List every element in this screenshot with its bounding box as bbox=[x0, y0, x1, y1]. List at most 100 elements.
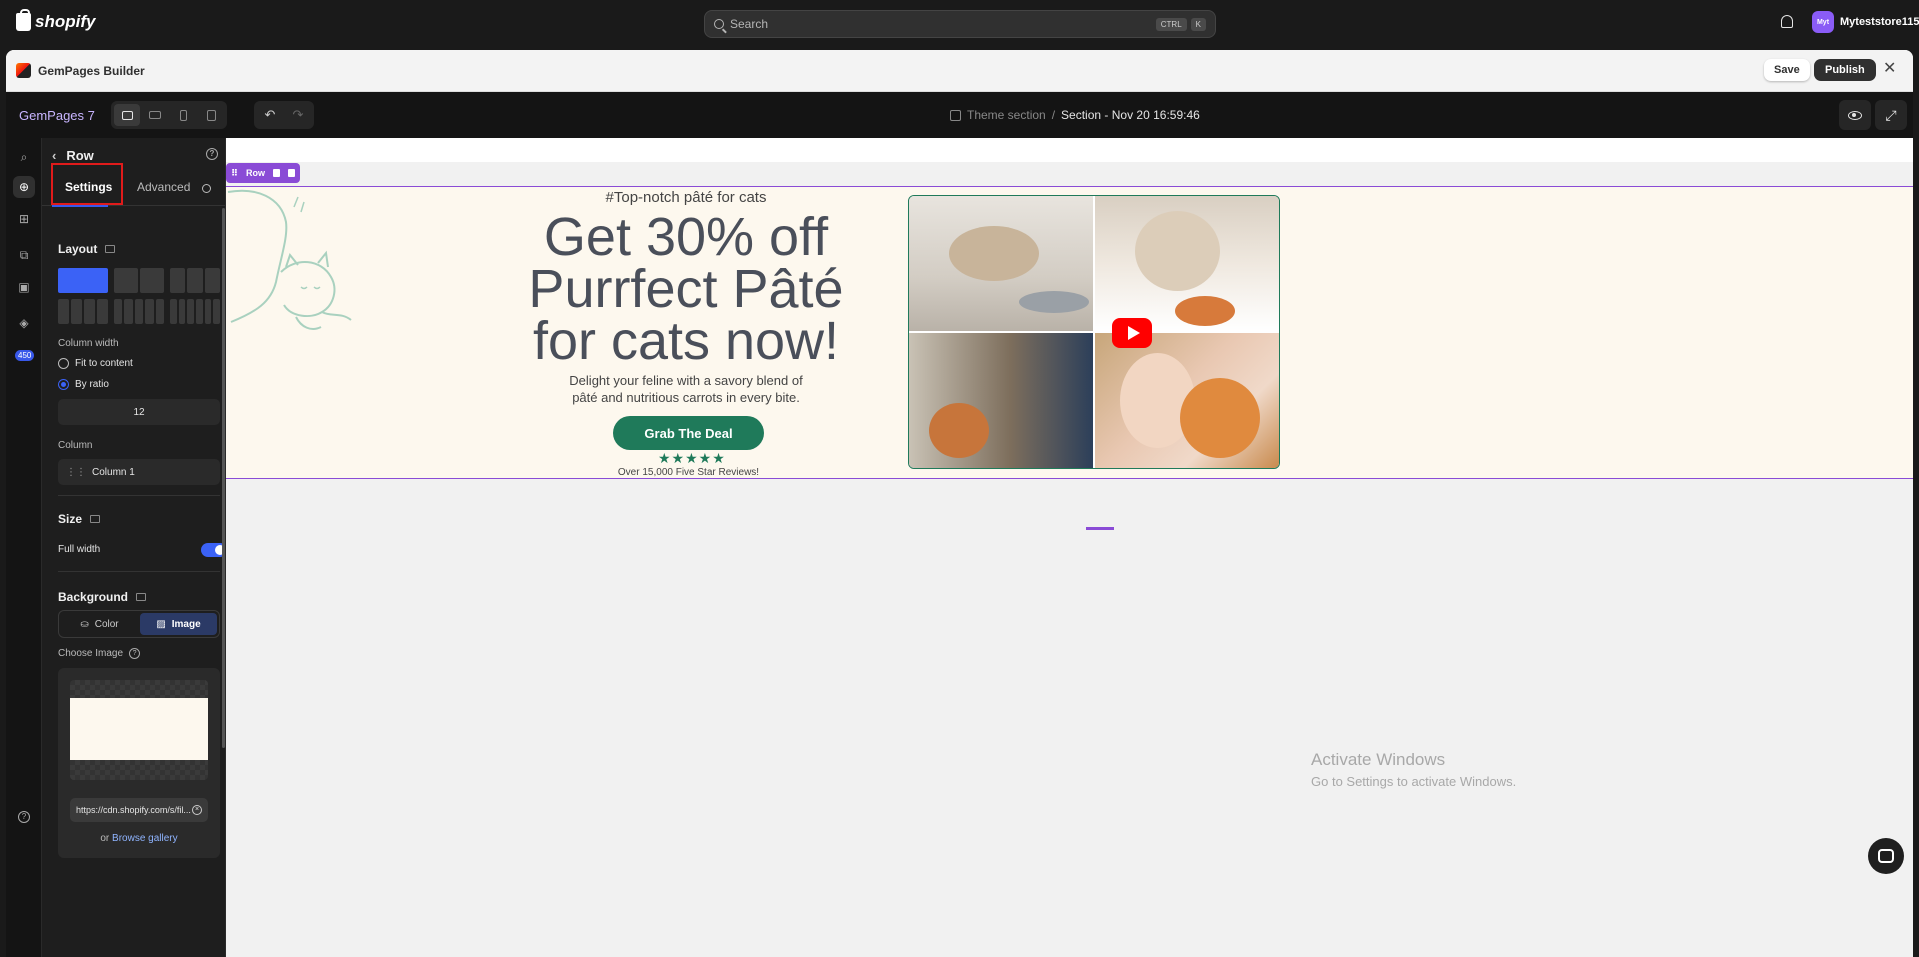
layout-section-title: Layout bbox=[58, 242, 116, 256]
layout-2-col[interactable] bbox=[114, 268, 164, 293]
duplicate-icon[interactable] bbox=[273, 169, 281, 177]
preview-button[interactable] bbox=[1839, 100, 1871, 130]
rail-pages-icon[interactable]: ⧉ bbox=[13, 244, 35, 266]
row-tag-label[interactable]: Row bbox=[246, 168, 265, 178]
bowl-shape bbox=[1019, 291, 1089, 313]
search-shortcut: CTRL K bbox=[1155, 17, 1206, 31]
rail-apps-icon[interactable]: ⊞ bbox=[13, 208, 35, 230]
laptop-view-button[interactable] bbox=[142, 104, 168, 126]
hero-heading[interactable]: Get 30% off Purrfect Pâté for cats now! bbox=[526, 210, 846, 368]
mobile-view-button[interactable] bbox=[170, 104, 196, 126]
desktop-icon bbox=[121, 110, 133, 120]
layout-5-col[interactable] bbox=[114, 299, 165, 324]
watermark-line2: Go to Settings to activate Windows. bbox=[1311, 774, 1517, 789]
hero-subtext[interactable]: Delight your feline with a savory blend … bbox=[556, 372, 816, 406]
fit-to-content-radio[interactable]: Fit to content bbox=[58, 358, 133, 369]
redo-button[interactable]: ↷ bbox=[285, 104, 311, 126]
rail-search-icon[interactable]: ⌕ bbox=[13, 146, 35, 168]
app-title: GemPages Builder bbox=[38, 64, 145, 78]
watermark-line1: Activate Windows bbox=[1311, 750, 1446, 769]
browse-gallery-row: or Browse gallery bbox=[58, 833, 220, 844]
grab-the-deal-button[interactable]: Grab The Deal bbox=[613, 416, 764, 450]
save-button[interactable]: Save bbox=[1764, 59, 1810, 81]
chat-support-button[interactable] bbox=[1868, 838, 1904, 874]
browse-gallery-link[interactable]: Browse gallery bbox=[112, 833, 178, 844]
info-icon[interactable]: ? bbox=[129, 648, 141, 659]
ratio-field[interactable]: 12 bbox=[58, 399, 220, 425]
undo-button[interactable]: ↶ bbox=[257, 104, 283, 126]
fit-to-content-label: Fit to content bbox=[75, 358, 133, 369]
bg-color-option[interactable]: ⛀ Color bbox=[61, 613, 138, 635]
panel-scrollbar[interactable] bbox=[222, 208, 225, 748]
desktop-view-button[interactable] bbox=[114, 104, 140, 126]
size-title-text: Size bbox=[58, 512, 83, 526]
rating-stars: ★★★★★ bbox=[658, 450, 726, 466]
cat-eating-photo bbox=[909, 196, 1093, 331]
breadcrumb-root[interactable]: Theme section bbox=[967, 108, 1046, 122]
layout-6-col[interactable] bbox=[170, 299, 221, 324]
tab-advanced[interactable]: Advanced bbox=[137, 180, 190, 194]
bell-icon[interactable] bbox=[1781, 15, 1793, 28]
background-type-toggle: ⛀ Color ▨ Image bbox=[58, 610, 220, 638]
highlight-box bbox=[51, 163, 123, 205]
shopify-logo[interactable]: shopify bbox=[16, 9, 95, 32]
image-preview[interactable] bbox=[70, 680, 208, 780]
rail-add-element-icon[interactable]: ⊕ bbox=[13, 176, 35, 198]
layout-presets bbox=[58, 268, 221, 324]
size-section-title: Size bbox=[58, 512, 101, 526]
shopify-topbar: shopify Search CTRL K Myt Myteststore115 bbox=[0, 0, 1919, 45]
drag-handle-icon[interactable]: ⋮⋮ bbox=[66, 467, 86, 478]
by-ratio-radio[interactable]: By ratio bbox=[58, 379, 109, 390]
choose-image-label: Choose Image bbox=[58, 648, 124, 659]
bg-color-label: Color bbox=[94, 618, 119, 630]
mobile-icon bbox=[179, 109, 187, 121]
layout-3-col[interactable] bbox=[170, 268, 220, 293]
help-icon[interactable]: ? bbox=[18, 811, 30, 823]
search-icon bbox=[714, 19, 724, 29]
user-menu[interactable]: Myt Myteststore115 bbox=[1812, 11, 1919, 33]
resize-handle[interactable] bbox=[1086, 527, 1114, 530]
bg-image-option[interactable]: ▨ Image bbox=[140, 613, 217, 635]
panel-search-icon[interactable] bbox=[202, 184, 211, 193]
left-rail: ⌕ ⊕ ⊞ ⧉ 450 ▣ ◈ ? bbox=[6, 138, 42, 957]
history-controls: ↶ ↷ bbox=[254, 101, 314, 129]
radio-icon bbox=[58, 358, 69, 369]
woman-cat-photo bbox=[1095, 333, 1279, 468]
reviews-text[interactable]: Over 15,000 Five Star Reviews! bbox=[606, 467, 771, 478]
delete-icon[interactable] bbox=[288, 169, 296, 177]
image-icon: ▨ bbox=[156, 618, 166, 630]
monitor-icon bbox=[105, 245, 116, 253]
clear-icon[interactable]: × bbox=[192, 805, 202, 815]
publish-button[interactable]: Publish bbox=[1814, 59, 1876, 81]
play-icon[interactable] bbox=[1112, 318, 1152, 348]
layout-1-col[interactable] bbox=[58, 268, 108, 293]
cat-treat-photo bbox=[909, 333, 1093, 468]
choose-image-row: Choose Image ? bbox=[58, 648, 141, 659]
device-switcher bbox=[111, 101, 227, 129]
laptop-icon bbox=[149, 111, 161, 119]
active-tab-indicator bbox=[52, 205, 108, 207]
drag-icon[interactable]: ⠿ bbox=[231, 168, 238, 179]
radio-checked-icon bbox=[58, 379, 69, 390]
close-icon[interactable]: ✕ bbox=[1883, 61, 1896, 77]
search-input[interactable]: Search CTRL K bbox=[704, 10, 1216, 38]
column-item[interactable]: ⋮⋮ Column 1 bbox=[58, 459, 220, 485]
panel-help-icon[interactable]: ? bbox=[206, 148, 218, 160]
image-url-field[interactable]: https://cdn.shopify.com/s/fil... × bbox=[70, 798, 208, 822]
eye-icon bbox=[1848, 110, 1862, 120]
layout-view-button[interactable] bbox=[198, 104, 224, 126]
hero-section[interactable]: #Top-notch pâté for cats Get 30% off Pur… bbox=[226, 186, 1913, 530]
kitten-shape bbox=[1135, 211, 1220, 291]
rail-layers-icon[interactable]: ◈ bbox=[13, 312, 35, 334]
by-ratio-label: By ratio bbox=[75, 379, 109, 390]
layout-4-col[interactable] bbox=[58, 299, 108, 324]
full-width-label: Full width bbox=[58, 544, 101, 555]
column-width-label: Column width bbox=[58, 338, 119, 349]
back-chevron-icon[interactable]: ‹ bbox=[52, 148, 56, 163]
rail-library-icon[interactable]: ▣ bbox=[13, 276, 35, 298]
bg-image-label: Image bbox=[171, 618, 201, 630]
project-name[interactable]: GemPages 7 bbox=[19, 108, 95, 123]
fullscreen-button[interactable]: ⤢ bbox=[1875, 100, 1907, 130]
cat-face-shape bbox=[1180, 378, 1260, 458]
video-embed[interactable] bbox=[908, 195, 1280, 469]
